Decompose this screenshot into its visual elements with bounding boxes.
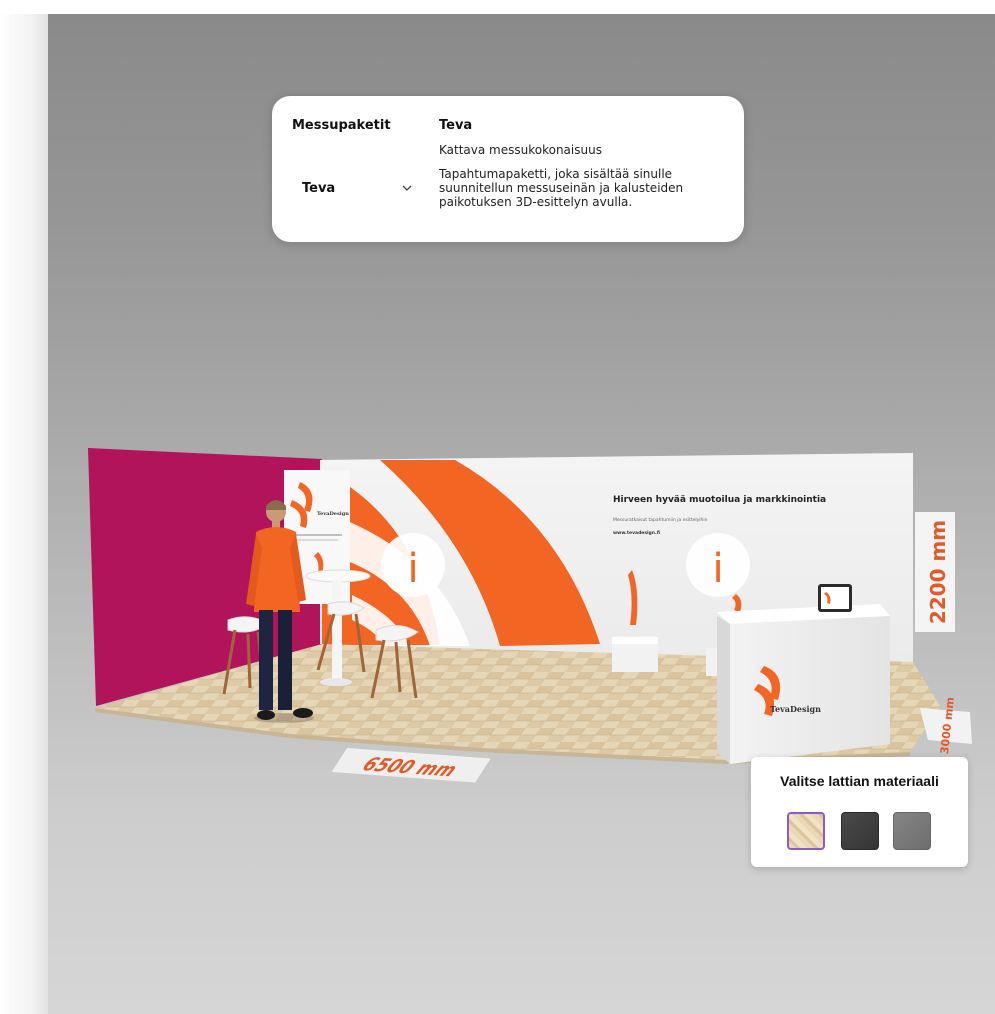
package-select[interactable]: Teva: [302, 176, 414, 200]
floor-material-title: Valitse lattian materiaali: [780, 773, 939, 789]
wall-subtext: Messuratkaisut tapahtumiin ja esittelyih…: [613, 517, 708, 523]
package-heading: Messupaketit: [292, 118, 391, 133]
wall-url: www.tevadesign.fi: [613, 530, 660, 536]
floor-material-panel: Valitse lattian materiaali: [751, 757, 968, 867]
svg-text:TevaDesign: TevaDesign: [770, 704, 821, 714]
package-card: Messupaketit Teva Teva Kattava messukoko…: [272, 96, 744, 242]
info-sign-left: i: [381, 533, 445, 597]
svg-text:i: i: [712, 546, 723, 592]
reception-counter: TevaDesign: [717, 584, 890, 764]
height-dimension: 2200 mm: [915, 512, 955, 632]
svg-text:i: i: [407, 546, 418, 592]
info-sign-right: i: [686, 533, 750, 597]
package-subtitle: Kattava messukokonaisuus: [439, 143, 602, 157]
package-select-value: Teva: [302, 180, 336, 196]
package-description: Tapahtumapaketti, joka sisältää sinulle …: [439, 167, 684, 209]
svg-text:2200 mm: 2200 mm: [926, 520, 950, 624]
package-name: Teva: [439, 118, 473, 133]
width-dimension: 6500 mm: [331, 748, 491, 783]
wall-heading: Hirveen hyvää muotoilua ja markkinointia: [613, 495, 826, 505]
floor-swatch-wood[interactable]: [787, 812, 825, 850]
floor-swatch-dark[interactable]: [841, 812, 879, 850]
floor-swatch-grey[interactable]: [893, 812, 931, 850]
chevron-down-icon: [402, 185, 412, 191]
svg-text:TevaDesign: TevaDesign: [317, 511, 349, 517]
